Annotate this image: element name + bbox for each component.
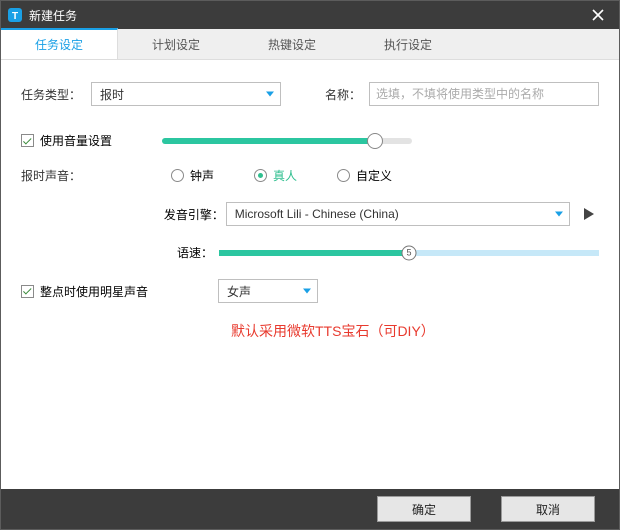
engine-label: 发音引擎： <box>164 206 226 223</box>
svg-text:T: T <box>12 11 18 22</box>
speed-slider[interactable]: 5 <box>219 250 599 256</box>
window-title: 新建任务 <box>29 7 583 24</box>
volume-checkbox-label: 使用音量设置 <box>40 132 112 149</box>
chevron-down-icon <box>266 92 274 97</box>
sound-radio-human-label: 真人 <box>273 167 297 184</box>
star-voice-checkbox[interactable] <box>21 285 34 298</box>
star-voice-value: 女声 <box>227 283 251 300</box>
tts-note: 默认采用微软TTS宝石（可DIY） <box>231 321 435 341</box>
sound-radio-custom[interactable] <box>337 169 350 182</box>
ok-button[interactable]: 确定 <box>377 496 471 522</box>
chevron-down-icon <box>303 289 311 294</box>
speed-label: 语速： <box>173 244 219 261</box>
sound-radio-human[interactable] <box>254 169 267 182</box>
volume-slider[interactable] <box>162 138 412 144</box>
form-body: 任务类型： 报时 名称： 使用音量设置 报时声音： 钟声 <box>1 60 619 489</box>
tab-schedule-settings[interactable]: 计划设定 <box>118 29 234 59</box>
titlebar: T 新建任务 <box>1 1 619 29</box>
tab-hotkey-settings[interactable]: 热键设定 <box>234 29 350 59</box>
task-type-label: 任务类型： <box>21 86 91 103</box>
sound-label: 报时声音： <box>21 167 91 184</box>
star-voice-select[interactable]: 女声 <box>218 279 318 303</box>
name-label: 名称： <box>311 86 369 103</box>
close-button[interactable] <box>583 1 619 29</box>
close-icon <box>592 9 604 21</box>
sound-radio-custom-label: 自定义 <box>356 167 392 184</box>
footer: 确定 取消 <box>1 489 619 529</box>
tabbar: 任务设定 计划设定 热键设定 执行设定 <box>1 29 619 60</box>
cancel-button[interactable]: 取消 <box>501 496 595 522</box>
task-type-value: 报时 <box>100 86 124 103</box>
engine-play-button[interactable] <box>578 203 599 225</box>
task-type-select[interactable]: 报时 <box>91 82 281 106</box>
tab-task-settings[interactable]: 任务设定 <box>1 28 118 59</box>
engine-select[interactable]: Microsoft Lili - Chinese (China) <box>226 202 570 226</box>
tab-execute-settings[interactable]: 执行设定 <box>350 29 466 59</box>
sound-radio-bell-label: 钟声 <box>190 167 214 184</box>
app-icon: T <box>7 7 23 23</box>
engine-value: Microsoft Lili - Chinese (China) <box>235 207 399 221</box>
name-input[interactable] <box>369 82 599 106</box>
sound-radio-bell[interactable] <box>171 169 184 182</box>
volume-checkbox[interactable] <box>21 134 34 147</box>
volume-slider-thumb[interactable] <box>367 133 383 149</box>
star-voice-checkbox-label: 整点时使用明星声音 <box>40 283 148 300</box>
chevron-down-icon <box>555 212 563 217</box>
speed-slider-thumb[interactable]: 5 <box>402 245 417 260</box>
play-icon <box>583 207 595 221</box>
